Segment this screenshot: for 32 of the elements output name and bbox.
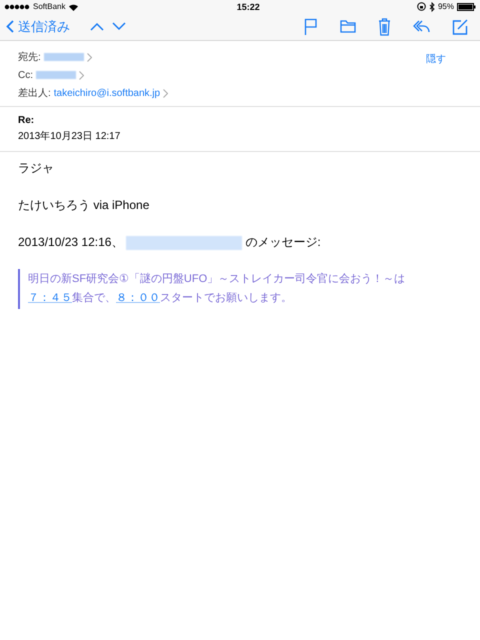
carrier-name: SoftBank [33,2,66,11]
battery-percentage: 95% [438,2,454,11]
date: 2013年10月23日 12:17 [18,130,122,143]
folder-icon[interactable] [340,20,356,33]
lock-rotation-icon [416,2,426,11]
reply-icon[interactable] [413,20,430,33]
body-text: たけいちろう via iPhone [18,197,150,214]
field-label: 宛先: [18,50,41,64]
chevron-down-icon[interactable] [112,22,126,31]
battery-icon [456,2,476,10]
compose-icon[interactable] [452,18,468,34]
subject: Re: [18,115,36,126]
quoted-message: 明日の新SF研究会①「謎の円盤UFO」～ストレイカー司令官に会おう！～は ７：４５ 集合で、８：００ スタートでお願いします。 [18,269,448,309]
wifi-icon [68,2,80,10]
bluetooth-icon [428,2,435,12]
attribution-text: のメッセージ: [245,234,321,251]
signal-icon [4,4,30,10]
sender-address[interactable]: takeichiro@i.softbank.jp [54,88,160,98]
clock: 15:22 [236,2,260,12]
field-label: 差出人: [18,86,51,100]
chevron-up-icon[interactable] [90,22,104,31]
chevron-right-icon [163,88,168,98]
time-link[interactable]: ８：００ [116,292,160,304]
chevron-left-icon [6,20,14,33]
time-link[interactable]: ７：４５ [28,292,72,304]
trash-icon[interactable] [378,18,391,36]
hide-link[interactable]: 隠す [426,52,446,66]
attribution-date: 2013/10/23 12:16、 [18,234,124,251]
field-label: Cc: [18,70,33,80]
back-button[interactable]: 送信済み [6,18,70,36]
flag-icon[interactable] [304,18,318,35]
body-text: ラジャ [18,160,55,177]
